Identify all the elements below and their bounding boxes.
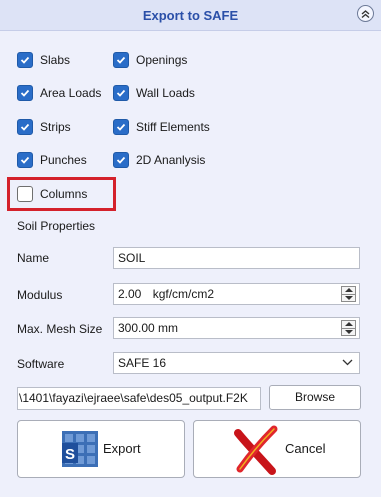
checkbox-label: Wall Loads bbox=[136, 86, 195, 100]
checkbox-label: Slabs bbox=[40, 53, 71, 67]
checkbox-openings[interactable]: Openings bbox=[113, 51, 187, 69]
section-soil-properties: Soil Properties bbox=[17, 219, 96, 233]
safe-logo-icon: S bbox=[62, 431, 98, 467]
checkbox-punches[interactable]: Punches bbox=[17, 151, 87, 169]
export-button[interactable]: S Export bbox=[17, 420, 185, 478]
modulus-stepper[interactable] bbox=[341, 286, 356, 302]
checkbox-label: Columns bbox=[40, 187, 88, 201]
spin-down-icon[interactable] bbox=[342, 328, 355, 336]
chevron-down-icon bbox=[342, 359, 353, 366]
checkbox-checked-icon bbox=[113, 152, 129, 168]
checkbox-checked-icon bbox=[113, 52, 129, 68]
checkbox-label: 2D Ananlysis bbox=[136, 153, 206, 167]
checkbox-2d-analysis[interactable]: 2D Ananlysis bbox=[113, 151, 205, 169]
browse-button[interactable]: Browse bbox=[269, 385, 361, 410]
modulus-unit: kgf/cm/cm2 bbox=[152, 287, 215, 301]
collapse-icon[interactable] bbox=[357, 5, 374, 22]
mesh-size-label: Max. Mesh Size bbox=[17, 322, 103, 336]
checkbox-slabs[interactable]: Slabs bbox=[17, 51, 70, 69]
software-selected: SAFE 16 bbox=[118, 356, 167, 370]
mesh-size-value: 300.00 mm bbox=[118, 321, 179, 335]
window-title: Export to SAFE bbox=[142, 8, 239, 23]
checkbox-checked-icon bbox=[113, 85, 129, 101]
checkbox-stiff-elements[interactable]: Stiff Elements bbox=[113, 118, 210, 136]
mesh-size-spinbox[interactable]: 300.00 mm bbox=[113, 317, 360, 339]
checkbox-checked-icon bbox=[17, 152, 33, 168]
spin-down-icon[interactable] bbox=[342, 294, 355, 302]
cancel-label: Cancel bbox=[285, 441, 326, 456]
checkbox-label: Openings bbox=[136, 53, 188, 67]
checkbox-checked-icon bbox=[17, 119, 33, 135]
software-select[interactable]: SAFE 16 bbox=[113, 352, 360, 374]
checkbox-unchecked-icon bbox=[17, 186, 33, 202]
checkbox-label: Punches bbox=[40, 153, 87, 167]
checkbox-wall-loads[interactable]: Wall Loads bbox=[113, 84, 195, 102]
spin-up-icon[interactable] bbox=[342, 321, 355, 328]
software-label: Software bbox=[17, 357, 65, 371]
name-input[interactable]: SOIL bbox=[113, 247, 360, 269]
checkbox-area-loads[interactable]: Area Loads bbox=[17, 84, 101, 102]
modulus-spinbox[interactable]: 2.00 kgf/cm/cm2 bbox=[113, 283, 360, 305]
name-label: Name bbox=[17, 251, 50, 265]
title-bar: Export to SAFE bbox=[0, 0, 381, 31]
cancel-x-icon bbox=[234, 425, 278, 475]
checkbox-checked-icon bbox=[113, 119, 129, 135]
checkbox-checked-icon bbox=[17, 85, 33, 101]
mesh-size-stepper[interactable] bbox=[341, 320, 356, 336]
cancel-button[interactable]: Cancel bbox=[193, 420, 361, 478]
checkbox-label: Area Loads bbox=[40, 86, 102, 100]
checkbox-checked-icon bbox=[17, 52, 33, 68]
checkbox-strips[interactable]: Strips bbox=[17, 118, 71, 136]
checkbox-label: Strips bbox=[40, 120, 71, 134]
svg-text:S: S bbox=[65, 446, 75, 463]
modulus-label: Modulus bbox=[17, 288, 63, 302]
modulus-value: 2.00 bbox=[118, 287, 142, 301]
export-label: Export bbox=[103, 441, 141, 456]
output-path-field[interactable]: \1401\fayazi\ejraee\safe\des05_output.F2… bbox=[17, 387, 261, 410]
checkbox-label: Stiff Elements bbox=[136, 120, 210, 134]
checkbox-columns[interactable]: Columns bbox=[17, 185, 87, 203]
spin-up-icon[interactable] bbox=[342, 287, 355, 294]
